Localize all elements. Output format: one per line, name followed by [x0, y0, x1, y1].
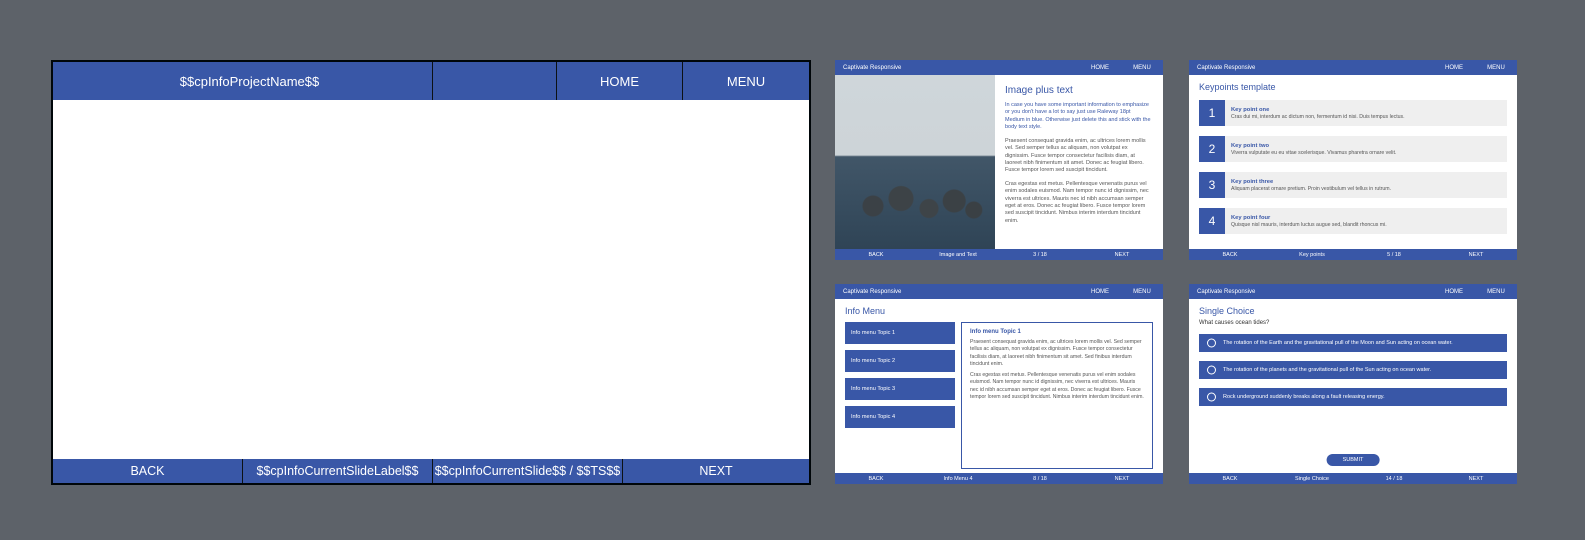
info-menu-tab: Info menu Topic 1 [845, 322, 955, 344]
option-row: The rotation of the planets and the grav… [1199, 361, 1507, 379]
thumb-back: BACK [1189, 252, 1271, 258]
keypoint-row: 4 Key point four Quisque nisl mauris, in… [1199, 208, 1507, 234]
thumb-footer: BACK Single Choice 14 / 18 NEXT [1189, 473, 1517, 484]
keypoint-text: Key point three Aliquam placerat ornare … [1225, 172, 1507, 198]
thumb-para1: Praesent consequat gravida enim, ac ultr… [1005, 138, 1151, 175]
thumb-label: Info Menu 4 [917, 476, 999, 482]
option-row: Rock underground suddenly breaks along a… [1199, 388, 1507, 406]
thumb-back: BACK [1189, 476, 1271, 482]
thumb-title: Captivate Responsive [1189, 289, 1433, 295]
info-pane-para: Cras egestas est metus. Pellentesque ven… [970, 372, 1144, 401]
slide-label: $$cpInfoCurrentSlideLabel$$ [243, 459, 433, 483]
thumb-header: Captivate Responsive HOME MENU [1189, 60, 1517, 75]
info-menu-wrap: Info menu Topic 1 Info menu Topic 2 Info… [845, 322, 1153, 469]
thumb-next: NEXT [1435, 252, 1517, 258]
keypoint-text: Key point four Quisque nisl mauris, inte… [1225, 208, 1507, 234]
thumb-heading: Keypoints template [1199, 82, 1276, 92]
slide-counter: $$cpInfoCurrentSlide$$ / $$TS$$ [433, 459, 623, 483]
thumb-back: BACK [835, 476, 917, 482]
thumb-footer: BACK Image and Text 3 / 18 NEXT [835, 249, 1163, 260]
thumb-header: Captivate Responsive HOME MENU [1189, 284, 1517, 299]
thumb-title: Captivate Responsive [835, 65, 1079, 71]
thumb-single-choice[interactable]: Captivate Responsive HOME MENU Single Ch… [1189, 284, 1517, 484]
main-footer: BACK $$cpInfoCurrentSlideLabel$$ $$cpInf… [53, 459, 809, 483]
thumb-title: Captivate Responsive [1189, 65, 1433, 71]
thumb-count: 14 / 18 [1353, 476, 1435, 482]
thumb-count: 3 / 18 [999, 252, 1081, 258]
thumb-count: 8 / 18 [999, 476, 1081, 482]
header-spacer [433, 62, 557, 100]
main-body [53, 100, 809, 459]
thumb-label: Key points [1271, 252, 1353, 258]
keypoint-body: Cras dui mi, interdum ac dictum non, fer… [1231, 114, 1501, 120]
keypoint-head: Key point two [1231, 143, 1501, 149]
thumb-menu: MENU [1475, 289, 1517, 295]
keypoint-row: 3 Key point three Aliquam placerat ornar… [1199, 172, 1507, 198]
thumb-heading: Info Menu [845, 306, 885, 316]
thumb-home: HOME [1433, 289, 1475, 295]
project-name: $$cpInfoProjectName$$ [53, 62, 433, 100]
keypoint-head: Key point one [1231, 107, 1501, 113]
main-header: $$cpInfoProjectName$$ HOME MENU [53, 62, 809, 100]
keypoint-head: Key point three [1231, 179, 1501, 185]
info-pane-para: Praesent consequat gravida enim, ac ultr… [970, 339, 1144, 368]
menu-button[interactable]: MENU [683, 62, 809, 100]
thumb-next: NEXT [1081, 476, 1163, 482]
keypoint-number: 2 [1199, 136, 1225, 162]
thumb-heading: Single Choice [1199, 306, 1255, 316]
thumb-label: Single Choice [1271, 476, 1353, 482]
thumb-image [835, 75, 995, 249]
thumb-info-menu[interactable]: Captivate Responsive HOME MENU Info Menu… [835, 284, 1163, 484]
keypoint-number: 3 [1199, 172, 1225, 198]
thumb-home: HOME [1433, 65, 1475, 71]
thumb-menu: MENU [1121, 289, 1163, 295]
thumb-footer: BACK Key points 5 / 18 NEXT [1189, 249, 1517, 260]
main-slide: $$cpInfoProjectName$$ HOME MENU BACK $$c… [51, 60, 811, 485]
thumb-home: HOME [1079, 289, 1121, 295]
keypoint-body: Quisque nisl mauris, interdum luctus aug… [1231, 222, 1501, 228]
thumb-menu: MENU [1475, 65, 1517, 71]
submit-button: SUBMIT [1327, 454, 1380, 466]
info-menu-tab: Info menu Topic 4 [845, 406, 955, 428]
keypoint-head: Key point four [1231, 215, 1501, 221]
thumb-footer: BACK Info Menu 4 8 / 18 NEXT [835, 473, 1163, 484]
thumb-image-plus-text[interactable]: Captivate Responsive HOME MENU Image plu… [835, 60, 1163, 260]
thumb-emphasis: In case you have some important informat… [1005, 102, 1151, 132]
thumbnail-strip: Captivate Responsive HOME MENU Image plu… [835, 60, 1555, 484]
info-menu-side: Info menu Topic 1 Info menu Topic 2 Info… [845, 322, 955, 469]
thumb-header: Captivate Responsive HOME MENU [835, 60, 1163, 75]
keypoint-number: 4 [1199, 208, 1225, 234]
keypoint-body: Viverra vulputate eu eu vitae scelerisqu… [1231, 150, 1501, 156]
option-list: The rotation of the Earth and the gravit… [1199, 334, 1507, 415]
option-row: The rotation of the Earth and the gravit… [1199, 334, 1507, 352]
thumb-next: NEXT [1435, 476, 1517, 482]
back-button[interactable]: BACK [53, 459, 243, 483]
thumb-back: BACK [835, 252, 917, 258]
keypoint-body: Aliquam placerat ornare pretium. Proin v… [1231, 186, 1501, 192]
keypoint-row: 2 Key point two Viverra vulputate eu eu … [1199, 136, 1507, 162]
keypoint-list: 1 Key point one Cras dui mi, interdum ac… [1199, 100, 1507, 244]
thumb-heading: Image plus text [1005, 85, 1151, 96]
keypoint-number: 1 [1199, 100, 1225, 126]
thumb-next: NEXT [1081, 252, 1163, 258]
info-menu-tab: Info menu Topic 2 [845, 350, 955, 372]
thumb-menu: MENU [1121, 65, 1163, 71]
info-pane-title: Info menu Topic 1 [970, 329, 1144, 335]
info-menu-tab: Info menu Topic 3 [845, 378, 955, 400]
keypoint-text: Key point two Viverra vulputate eu eu vi… [1225, 136, 1507, 162]
keypoint-row: 1 Key point one Cras dui mi, interdum ac… [1199, 100, 1507, 126]
home-button[interactable]: HOME [557, 62, 683, 100]
thumb-count: 5 / 18 [1353, 252, 1435, 258]
thumb-para2: Cras egestas est metus. Pellentesque ven… [1005, 181, 1151, 226]
info-menu-pane: Info menu Topic 1 Praesent consequat gra… [961, 322, 1153, 469]
thumb-header: Captivate Responsive HOME MENU [835, 284, 1163, 299]
thumb-question: What causes ocean tides? [1199, 320, 1269, 326]
thumb-home: HOME [1079, 65, 1121, 71]
thumb-text: Image plus text In case you have some im… [1005, 85, 1151, 231]
thumb-keypoints[interactable]: Captivate Responsive HOME MENU Keypoints… [1189, 60, 1517, 260]
next-button[interactable]: NEXT [623, 459, 809, 483]
keypoint-text: Key point one Cras dui mi, interdum ac d… [1225, 100, 1507, 126]
thumb-title: Captivate Responsive [835, 289, 1079, 295]
thumb-label: Image and Text [917, 252, 999, 258]
